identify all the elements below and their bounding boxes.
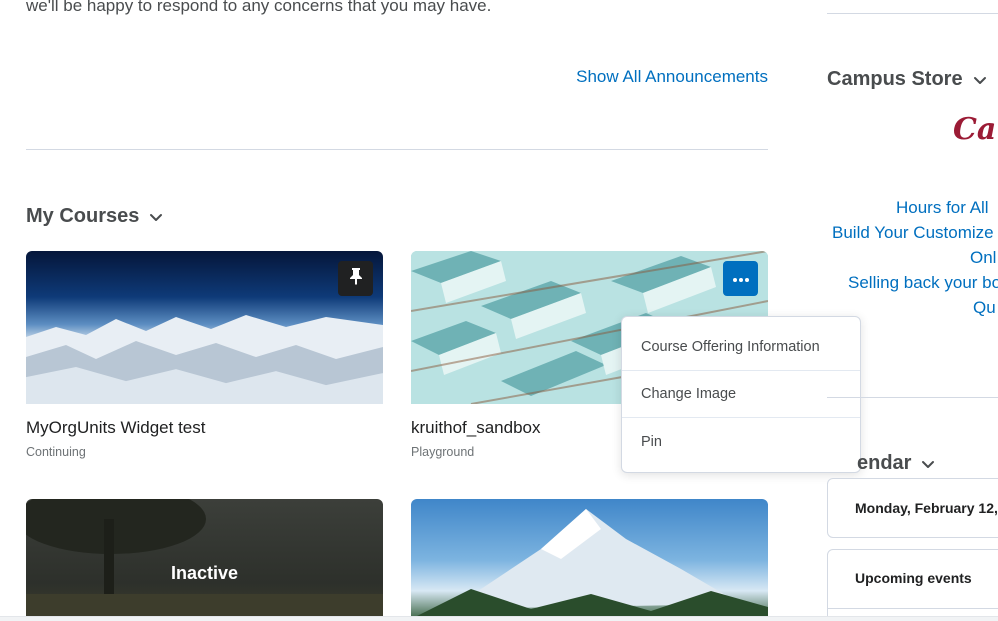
my-courses-heading[interactable]: My Courses bbox=[26, 205, 163, 228]
inactive-status: Inactive bbox=[170, 563, 239, 583]
upcoming-events-label: Upcoming events bbox=[855, 570, 972, 586]
course-image[interactable] bbox=[411, 499, 768, 621]
store-link-online[interactable]: Onl bbox=[970, 248, 996, 268]
course-card[interactable]: MyOrgUnits Widget test Continuing bbox=[26, 251, 383, 459]
course-image[interactable] bbox=[26, 251, 383, 404]
course-options-button[interactable] bbox=[723, 261, 758, 296]
right-divider bbox=[827, 397, 998, 398]
store-link-questions[interactable]: Qu bbox=[973, 298, 996, 318]
course-title[interactable]: MyOrgUnits Widget test bbox=[26, 418, 383, 438]
show-all-announcements-link[interactable]: Show All Announcements bbox=[576, 67, 768, 87]
more-horizontal-icon bbox=[732, 270, 750, 288]
campus-store-title: Campus Store bbox=[827, 68, 963, 90]
course-semester: Continuing bbox=[26, 445, 86, 459]
store-link-hours[interactable]: Hours for All bbox=[896, 198, 989, 218]
course-card[interactable] bbox=[411, 499, 768, 621]
pin-button[interactable] bbox=[338, 261, 373, 296]
chevron-down-icon[interactable] bbox=[149, 210, 163, 224]
my-courses-title: My Courses bbox=[26, 205, 140, 227]
calendar-heading[interactable]: endar bbox=[857, 452, 935, 475]
announcement-text: we'll be happy to respond to any concern… bbox=[26, 0, 492, 15]
store-link-build[interactable]: Build Your Customize bbox=[832, 223, 994, 243]
campus-store-heading[interactable]: Campus Store bbox=[827, 68, 987, 91]
mountain-peak-image bbox=[411, 509, 768, 621]
calendar-title: endar bbox=[857, 452, 912, 474]
snowy-mountains-image bbox=[26, 314, 383, 404]
store-link-selling[interactable]: Selling back your bo bbox=[848, 273, 998, 293]
horizontal-scrollbar[interactable] bbox=[0, 616, 998, 621]
course-options-menu: Course Offering Information Change Image… bbox=[621, 316, 861, 473]
pin-icon bbox=[349, 267, 363, 290]
chevron-down-icon[interactable] bbox=[921, 457, 935, 471]
menu-item-change-image[interactable]: Change Image bbox=[622, 371, 860, 418]
chevron-down-icon[interactable] bbox=[973, 73, 987, 87]
calendar-date-selector[interactable]: Monday, February 12, bbox=[827, 478, 998, 538]
tree-field-image bbox=[26, 499, 383, 621]
campus-store-logo[interactable]: Can bbox=[953, 112, 998, 147]
menu-item-course-offering-info[interactable]: Course Offering Information bbox=[622, 317, 860, 371]
course-image[interactable]: Inactive bbox=[26, 499, 383, 621]
section-divider bbox=[26, 149, 768, 150]
calendar-date-label: Monday, February 12, bbox=[855, 500, 998, 516]
right-divider bbox=[827, 13, 998, 14]
upcoming-divider bbox=[827, 608, 998, 609]
upcoming-events-panel[interactable]: Upcoming events bbox=[827, 549, 998, 621]
menu-item-pin[interactable]: Pin bbox=[622, 418, 860, 465]
course-card[interactable]: Inactive bbox=[26, 499, 383, 621]
